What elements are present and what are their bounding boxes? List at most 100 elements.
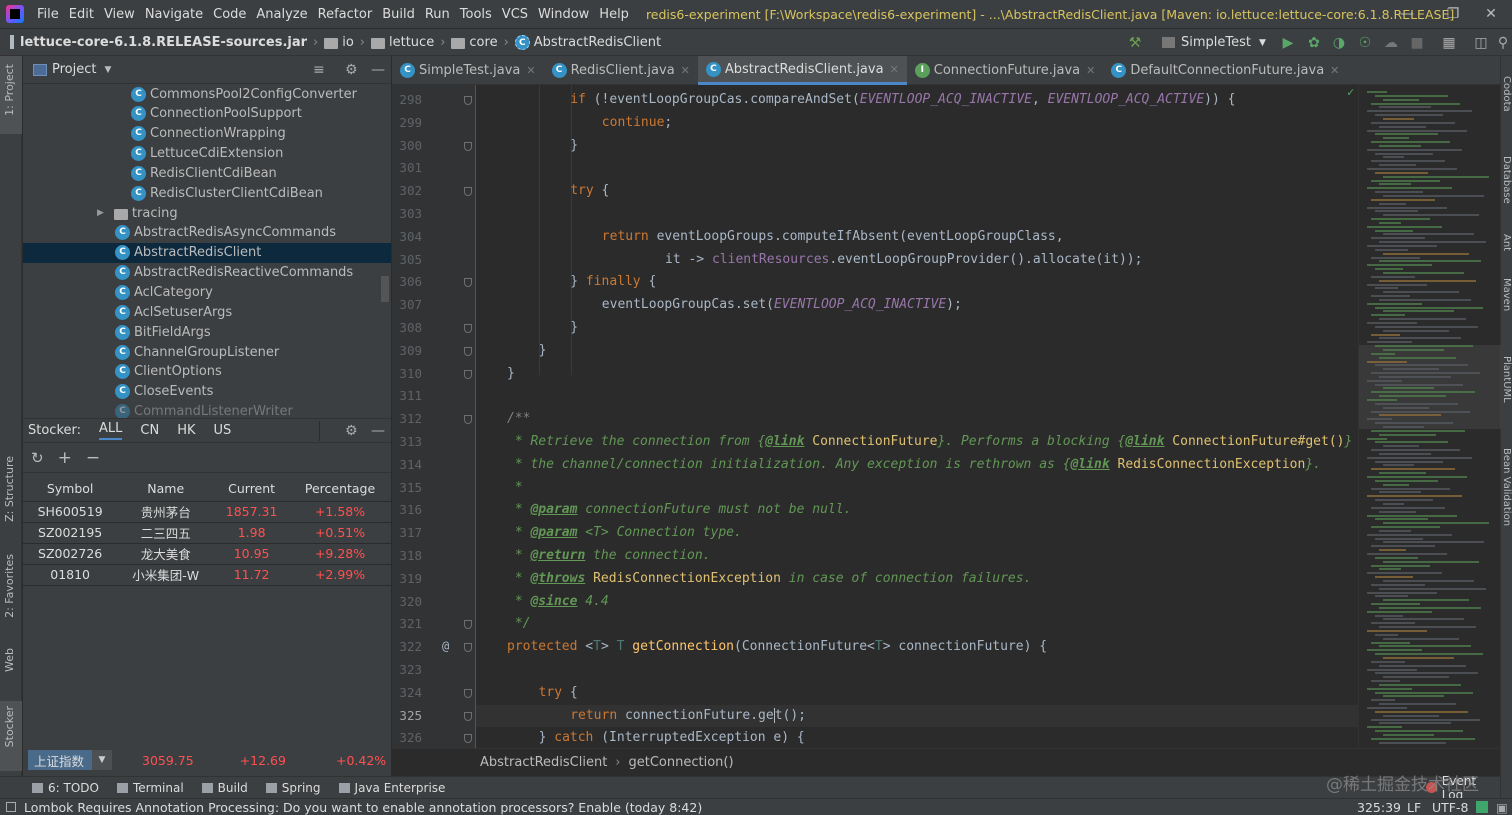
code-line[interactable]: * @param connectionFuture must not be nu… bbox=[507, 499, 852, 522]
table-row[interactable]: 01810 小米集团-W 11.72 +2.99% bbox=[23, 564, 391, 586]
stripe-web[interactable]: Web bbox=[3, 648, 16, 672]
fold-marker-icon[interactable] bbox=[464, 688, 472, 698]
breadcrumb-method[interactable]: getConnection() bbox=[629, 755, 734, 770]
run-config-select[interactable]: SimpleTest ▼ bbox=[1162, 29, 1266, 56]
tab-redisclient[interactable]: C RedisClient.java ✕ bbox=[544, 56, 698, 85]
code-line[interactable]: * @since 4.4 bbox=[507, 591, 609, 614]
tree-item-redisclusterclientcdibean[interactable]: C RedisClusterClientCdiBean bbox=[131, 183, 323, 203]
code-line[interactable]: eventLoopGroupCas.set(EVENTLOOP_ACQ_INAC… bbox=[602, 294, 962, 317]
column-name[interactable]: Name bbox=[117, 477, 215, 502]
stripe-ant[interactable]: Ant bbox=[1501, 234, 1512, 251]
file-encoding[interactable]: UTF-8 bbox=[1432, 800, 1468, 815]
code-line[interactable]: /** bbox=[507, 408, 530, 431]
tree-item-abstractredisreactivecommands[interactable]: C AbstractRedisReactiveCommands bbox=[115, 263, 353, 283]
code-line[interactable]: } bbox=[507, 363, 515, 386]
tab-hk[interactable]: HK bbox=[177, 423, 195, 438]
stripe-structure[interactable]: Z: Structure bbox=[3, 456, 16, 522]
chevron-down-icon[interactable]: ▼ bbox=[92, 750, 112, 770]
gear-icon[interactable]: ⚙ bbox=[345, 423, 358, 439]
crumb-jar[interactable]: lettuce-core-6.1.8.RELEASE-sources.jar bbox=[20, 35, 307, 50]
crumb-lettuce[interactable]: lettuce bbox=[389, 35, 434, 50]
line-separator[interactable]: LF bbox=[1407, 800, 1421, 815]
java-enterprise-button[interactable]: Java Enterprise bbox=[338, 781, 445, 795]
fold-marker-icon[interactable] bbox=[464, 620, 472, 630]
collapse-all-icon[interactable]: ≡ bbox=[313, 62, 325, 78]
fold-marker-icon[interactable] bbox=[464, 187, 472, 197]
hammer-build-icon[interactable]: ⚒ bbox=[1126, 34, 1144, 52]
stripe-stocker[interactable]: Stocker bbox=[3, 706, 16, 747]
menu-refactor[interactable]: Refactor bbox=[313, 7, 378, 22]
code-line[interactable]: try { bbox=[570, 180, 609, 203]
index-select[interactable]: 上证指数 bbox=[28, 750, 92, 770]
menu-window[interactable]: Window bbox=[533, 7, 594, 22]
stripe-plantuml[interactable]: PlantUML bbox=[1501, 356, 1512, 403]
profile-icon[interactable]: ☉ bbox=[1356, 34, 1374, 52]
code-line[interactable]: } finally { bbox=[570, 271, 656, 294]
add-icon[interactable]: + bbox=[58, 448, 72, 468]
code-line[interactable]: it -> clientResources.eventLoopGroupProv… bbox=[665, 249, 1142, 272]
menu-navigate[interactable]: Navigate bbox=[140, 7, 208, 22]
code-editor[interactable]: 298 299 300 301 302 303 304 305 306 307 308 309 310 3… bbox=[392, 85, 1358, 748]
tree-item-connectionpoolsupport[interactable]: C ConnectionPoolSupport bbox=[131, 104, 302, 124]
crumb-io[interactable]: io bbox=[342, 35, 354, 50]
tab-abstractredisclient[interactable]: C AbstractRedisClient.java ✕ bbox=[697, 56, 907, 85]
code-line[interactable]: return eventLoopGroups.computeIfAbsent(e… bbox=[602, 226, 1064, 249]
tree-item-abstractredisasynccommands[interactable]: C AbstractRedisAsyncCommands bbox=[115, 223, 336, 243]
coverage-icon[interactable]: ◑ bbox=[1330, 34, 1348, 52]
code-line[interactable]: * @param <T> Connection type. bbox=[507, 522, 742, 545]
tree-item-commonspool2configconverter[interactable]: C CommonsPool2ConfigConverter bbox=[131, 84, 357, 104]
tree-item-closeevents[interactable]: C CloseEvents bbox=[115, 382, 213, 402]
caret-position[interactable]: 325:39 bbox=[1357, 800, 1401, 815]
todo-button[interactable]: 6: TODO bbox=[32, 781, 99, 795]
breadcrumb-class[interactable]: AbstractRedisClient bbox=[480, 755, 607, 770]
code-line[interactable]: } catch (InterruptedException e) { bbox=[539, 727, 805, 748]
menu-tools[interactable]: Tools bbox=[455, 7, 497, 22]
tab-simpletest[interactable]: C SimpleTest.java ✕ bbox=[392, 56, 544, 85]
terminal-button[interactable]: Terminal bbox=[116, 781, 184, 795]
tree-item-clientoptions[interactable]: C ClientOptions bbox=[115, 362, 222, 382]
table-row[interactable]: SZ002726 龙大美食 10.95 +9.28% bbox=[23, 543, 391, 565]
gear-icon[interactable]: ⚙ bbox=[345, 62, 358, 78]
code-line[interactable]: * @throws RedisConnectionException in ca… bbox=[507, 568, 1032, 591]
hide-panel-icon[interactable]: — bbox=[371, 423, 385, 439]
menu-view[interactable]: View bbox=[99, 7, 140, 22]
project-panel-title[interactable]: Project bbox=[52, 62, 96, 77]
tree-item-aclsetuserargs[interactable]: C AclSetuserArgs bbox=[115, 302, 232, 322]
code-line[interactable]: protected <T> T getConnection(Connection… bbox=[507, 636, 1047, 659]
tab-us[interactable]: US bbox=[214, 423, 232, 438]
fold-marker-icon[interactable] bbox=[464, 711, 472, 721]
stripe-bean-validation[interactable]: Bean Validation bbox=[1501, 448, 1512, 526]
fold-marker-icon[interactable] bbox=[464, 141, 472, 151]
debug-icon[interactable]: ✿ bbox=[1305, 34, 1323, 52]
code-line[interactable]: try { bbox=[539, 682, 578, 705]
stripe-project[interactable]: 1: Project bbox=[3, 64, 16, 116]
close-icon[interactable]: ✕ bbox=[1468, 0, 1512, 29]
attach-icon[interactable]: ☁ bbox=[1382, 34, 1400, 52]
fold-marker-icon[interactable] bbox=[464, 643, 472, 653]
stripe-codota[interactable]: Codota bbox=[1501, 76, 1512, 112]
code-line[interactable]: * the channel/connection initialization.… bbox=[507, 454, 1321, 477]
tab-cn[interactable]: CN bbox=[140, 423, 159, 438]
inspection-ok-icon[interactable]: ✓ bbox=[1347, 85, 1354, 99]
tree-item-redisclientcdibean[interactable]: C RedisClientCdiBean bbox=[131, 163, 277, 183]
table-row[interactable]: SZ002195 二三四五 1.98 +0.51% bbox=[23, 522, 391, 544]
code-minimap[interactable] bbox=[1358, 85, 1501, 748]
status-toggle-icon[interactable] bbox=[6, 802, 16, 812]
menu-build[interactable]: Build bbox=[377, 7, 420, 22]
menu-run[interactable]: Run bbox=[420, 7, 455, 22]
fold-marker-icon[interactable] bbox=[464, 415, 472, 425]
column-symbol[interactable]: Symbol bbox=[23, 477, 118, 502]
code-line[interactable]: * @return the connection. bbox=[507, 545, 711, 568]
stripe-maven[interactable]: Maven bbox=[1501, 278, 1512, 311]
fold-marker-icon[interactable] bbox=[464, 369, 472, 379]
fold-marker-icon[interactable] bbox=[464, 278, 472, 288]
menu-edit[interactable]: Edit bbox=[64, 7, 99, 22]
close-tab-icon[interactable]: ✕ bbox=[526, 64, 535, 77]
fold-marker-icon[interactable] bbox=[464, 734, 472, 744]
code-line[interactable]: if (!eventLoopGroupCas.compareAndSet(EVE… bbox=[570, 89, 1235, 112]
plugin-status-icon[interactable] bbox=[1476, 801, 1488, 813]
code-line[interactable]: * Retrieve the connection from {@link Co… bbox=[507, 431, 1353, 454]
minimize-icon[interactable]: — bbox=[1384, 0, 1430, 29]
tree-item-channelgrouplistener[interactable]: C ChannelGroupListener bbox=[115, 342, 279, 362]
tree-item-bitfieldargs[interactable]: C BitFieldArgs bbox=[115, 322, 211, 342]
